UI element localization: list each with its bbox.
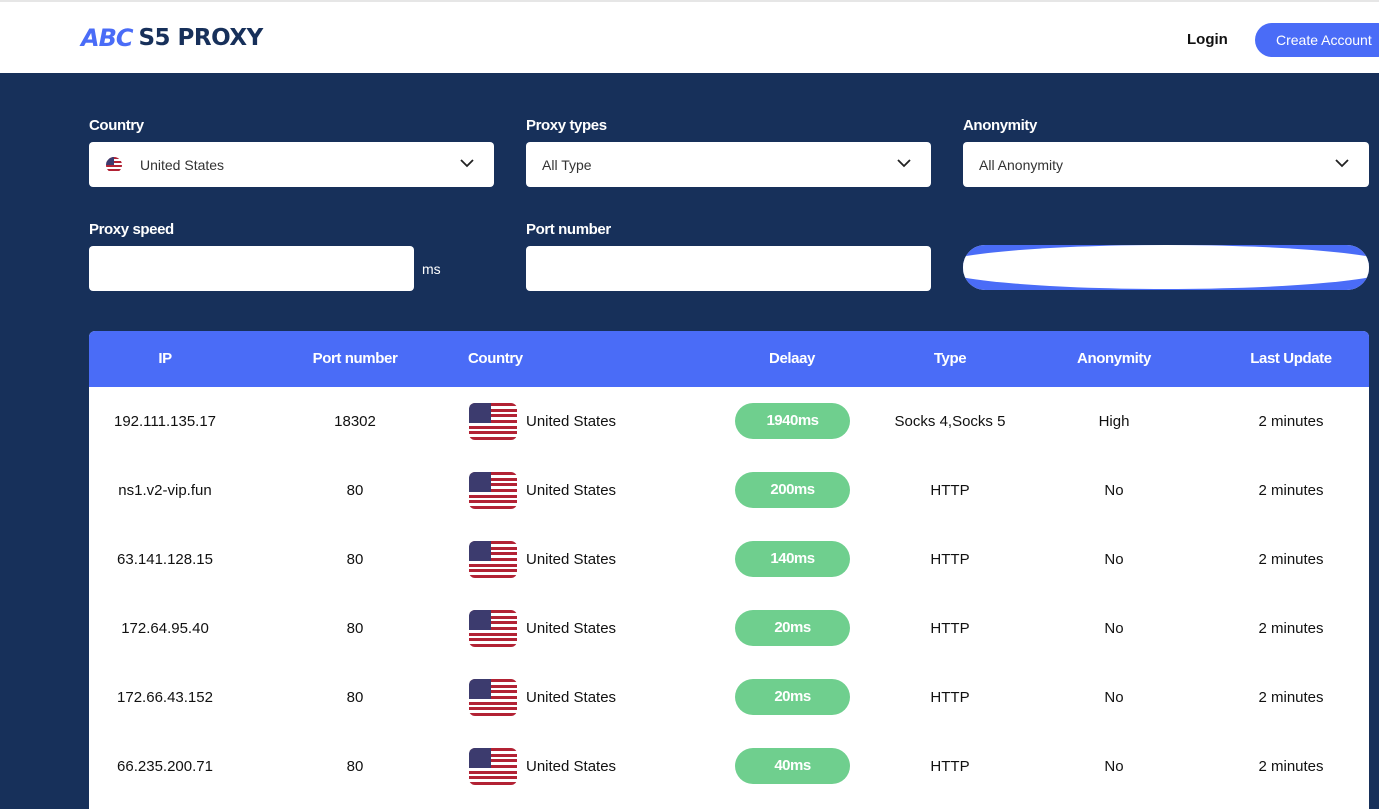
anonymity-cell: No [1104, 689, 1124, 706]
last-update-cell: 2 minutes [1258, 758, 1324, 775]
delay-badge: 20ms [735, 610, 850, 646]
us-flag-icon [469, 748, 517, 785]
anonymity-cell: No [1104, 758, 1124, 775]
proxy-types-select-value: All Type [542, 156, 592, 173]
column-header-type: Type [933, 350, 967, 367]
port-cell: 80 [346, 758, 364, 775]
ip-cell: 172.64.95.40 [121, 620, 209, 637]
last-update-cell: 2 minutes [1258, 620, 1324, 637]
table-row[interactable]: 66.235.200.71 80 United States 40ms HTTP… [89, 732, 1369, 801]
ip-cell: 63.141.128.15 [117, 551, 213, 568]
port-cell: 80 [346, 689, 364, 706]
column-header-last-update: Last Update [1250, 350, 1332, 367]
country-cell: United States [526, 482, 617, 499]
proxy-types-label: Proxy types [526, 117, 607, 134]
anonymity-cell: No [1104, 482, 1124, 499]
port-cell: 18302 [334, 413, 376, 430]
site-header: ABC S5 PROXY Login Create Account [0, 0, 1379, 73]
proxy-speed-unit: ms [422, 261, 441, 277]
proxy-list-panel: Country United States Proxy types All Ty… [0, 73, 1379, 809]
proxy-speed-label: Proxy speed [89, 221, 174, 238]
type-cell: Socks 4,Socks 5 [894, 413, 1006, 430]
type-cell: HTTP [930, 482, 970, 499]
search-button-shape [963, 245, 1369, 290]
us-flag-icon [469, 541, 517, 578]
us-flag-icon [469, 610, 517, 647]
table-row[interactable]: 172.66.43.152 80 United States 20ms HTTP… [89, 663, 1369, 732]
type-cell: HTTP [930, 551, 970, 568]
port-number-input[interactable] [526, 246, 931, 291]
delay-badge: 20ms [735, 679, 850, 715]
anonymity-select-value: All Anonymity [979, 156, 1064, 173]
login-link[interactable]: Login [1187, 31, 1228, 48]
proxy-types-select[interactable]: All Type [526, 142, 931, 187]
type-cell: HTTP [930, 758, 970, 775]
logo-mark: ABC [81, 24, 133, 52]
chevron-down-icon [897, 159, 911, 168]
table-row[interactable]: ns1.v2-vip.fun 80 United States 200ms HT… [89, 456, 1369, 525]
delay-badge: 140ms [735, 541, 850, 577]
ip-cell: 192.111.135.17 [113, 413, 217, 430]
country-cell: United States [526, 551, 617, 568]
delay-badge: 200ms [735, 472, 850, 508]
column-header-ip: IP [158, 350, 172, 367]
port-number-label: Port number [526, 221, 611, 238]
last-update-cell: 2 minutes [1258, 413, 1324, 430]
table-row[interactable]: 63.141.128.15 80 United States 140ms HTT… [89, 525, 1369, 594]
logo-text: S5 PROXY [138, 25, 263, 51]
country-cell: United States [526, 413, 617, 430]
country-select-value: United States [140, 156, 225, 173]
last-update-cell: 2 minutes [1258, 551, 1324, 568]
last-update-cell: 2 minutes [1258, 689, 1324, 706]
column-header-country: Country [468, 350, 523, 367]
country-cell: United States [526, 689, 617, 706]
proxy-speed-input[interactable] [89, 246, 414, 291]
column-header-delay: Delaay [769, 350, 815, 367]
ip-cell: ns1.v2-vip.fun [118, 482, 212, 499]
us-flag-icon [469, 403, 517, 440]
type-cell: HTTP [930, 620, 970, 637]
us-flag-icon [469, 679, 517, 716]
chevron-down-icon [460, 159, 474, 168]
port-cell: 80 [346, 551, 364, 568]
proxy-table: IP Port number Country Delaay Type Anony… [89, 331, 1369, 809]
anonymity-label: Anonymity [963, 117, 1037, 134]
country-cell: United States [526, 620, 617, 637]
country-select[interactable]: United States [89, 142, 494, 187]
last-update-cell: 2 minutes [1258, 482, 1324, 499]
table-row[interactable]: 192.111.135.17 18302 United States 1940m… [89, 387, 1369, 456]
table-row[interactable]: 172.64.95.40 80 United States 20ms HTTP … [89, 594, 1369, 663]
logo[interactable]: ABC S5 PROXY [81, 24, 263, 52]
anonymity-cell: No [1104, 620, 1124, 637]
anonymity-cell: No [1104, 551, 1124, 568]
type-cell: HTTP [930, 689, 970, 706]
column-header-anonymity: Anonymity [1077, 350, 1151, 367]
us-flag-icon [106, 156, 122, 173]
delay-badge: 1940ms [735, 403, 850, 439]
country-label: Country [89, 117, 144, 134]
ip-cell: 66.235.200.71 [117, 758, 213, 775]
port-cell: 80 [346, 482, 364, 499]
country-cell: United States [526, 758, 617, 775]
chevron-down-icon [1335, 159, 1349, 168]
ip-cell: 172.66.43.152 [117, 689, 213, 706]
port-cell: 80 [346, 620, 364, 637]
column-header-port: Port number [312, 350, 398, 367]
search-button[interactable] [963, 245, 1369, 290]
table-header: IP Port number Country Delaay Type Anony… [89, 331, 1369, 387]
create-account-button[interactable]: Create Account [1255, 23, 1379, 57]
anonymity-select[interactable]: All Anonymity [963, 142, 1369, 187]
anonymity-cell: High [1098, 413, 1130, 430]
delay-badge: 40ms [735, 748, 850, 784]
us-flag-icon [469, 472, 517, 509]
